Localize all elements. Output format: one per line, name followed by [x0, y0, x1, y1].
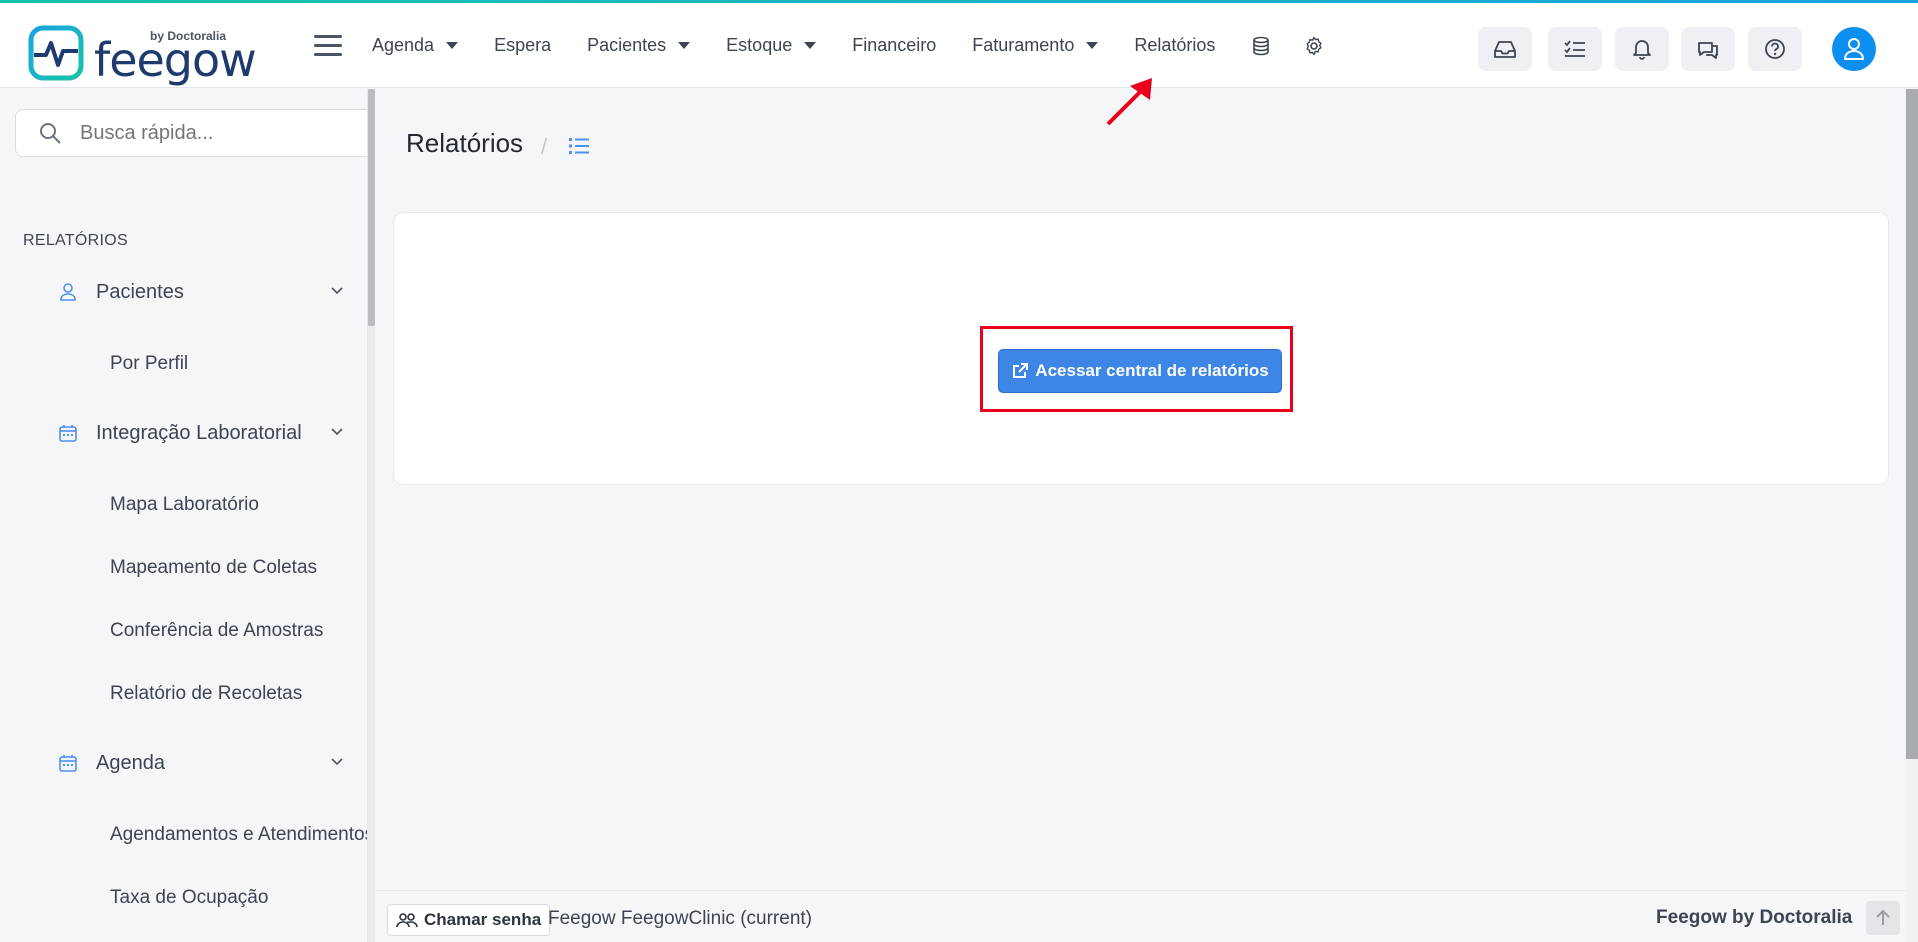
user-avatar-icon — [1844, 38, 1864, 60]
inbox-button[interactable] — [1478, 27, 1532, 71]
top-navbar: by Doctoralia feegow Agenda Espera Pacie… — [0, 3, 1918, 88]
footer-brand: Feegow by Doctoralia — [1656, 907, 1853, 928]
checklist-icon — [1564, 40, 1585, 57]
sidebar-group-label: Pacientes — [96, 281, 184, 303]
breadcrumb-separator: / — [541, 134, 548, 159]
chat-button[interactable] — [1681, 27, 1735, 71]
nav-agenda-label: Agenda — [372, 35, 435, 55]
open-reports-center-button[interactable]: Acessar central de relatórios — [998, 349, 1282, 393]
sidebar-scrollbar[interactable] — [368, 89, 375, 942]
help-button[interactable] — [1748, 27, 1802, 71]
hamburger-menu-icon[interactable] — [314, 35, 342, 59]
user-icon — [60, 283, 76, 301]
sidebar-item-taxa-ocupacao[interactable]: Taxa de Ocupação — [110, 887, 268, 909]
nav-relatorios[interactable]: Relatórios — [1134, 35, 1215, 56]
open-reports-center-label: Acessar central de relatórios — [1035, 361, 1269, 380]
gear-icon[interactable] — [1304, 36, 1324, 56]
chevron-down-icon — [331, 428, 343, 436]
nav-financeiro[interactable]: Financeiro — [852, 35, 936, 56]
nav-pacientes-label: Pacientes — [587, 35, 667, 55]
users-icon — [396, 913, 418, 928]
database-icon[interactable] — [1251, 36, 1271, 56]
nav-agenda[interactable]: Agenda — [372, 35, 459, 56]
calendar-icon — [59, 425, 77, 442]
call-ticket-button[interactable]: Chamar senha — [387, 904, 551, 936]
sidebar-item-agendamentos-atendimentos[interactable]: Agendamentos e Atendimentos — [110, 824, 367, 846]
user-avatar[interactable] — [1832, 27, 1876, 71]
bell-icon — [1633, 40, 1651, 60]
nav-espera-label: Espera — [494, 35, 552, 55]
scroll-top-button[interactable] — [1866, 901, 1900, 935]
nav-faturamento[interactable]: Faturamento — [972, 35, 1099, 56]
caret-down-icon — [804, 42, 817, 49]
arrow-up-icon — [1876, 910, 1890, 925]
sidebar-item-por-perfil[interactable]: Por Perfil — [110, 353, 188, 375]
sidebar-item-mapa-laboratorio[interactable]: Mapa Laboratório — [110, 494, 259, 516]
sidebar-group-label: Agenda — [96, 752, 165, 774]
calendar-icon — [59, 755, 77, 772]
sidebar-group-label: Integração Laboratorial — [96, 422, 302, 444]
main-scrollbar-thumb[interactable] — [1906, 89, 1918, 759]
search-icon — [40, 123, 61, 144]
notifications-button[interactable] — [1615, 27, 1669, 71]
chat-icon — [1698, 42, 1718, 59]
main-nav: Agenda Espera Pacientes Estoque Financei… — [372, 3, 1357, 88]
nav-espera[interactable]: Espera — [494, 35, 551, 56]
chevron-down-icon — [331, 758, 343, 766]
sidebar-item-conferencia-amostras[interactable]: Conferência de Amostras — [110, 620, 323, 642]
sidebar-group-pacientes[interactable]: Pacientes — [0, 272, 367, 312]
sidebar-section-title: RELATÓRIOS — [23, 232, 128, 249]
sidebar-group-integracao-laboratorial[interactable]: Integração Laboratorial — [0, 413, 367, 453]
logo-text: feegow — [94, 33, 257, 87]
list-icon[interactable] — [568, 136, 590, 156]
nav-faturamento-label: Faturamento — [972, 35, 1075, 55]
feegow-logo[interactable]: by Doctoralia feegow — [28, 21, 257, 87]
nav-estoque[interactable]: Estoque — [726, 35, 817, 56]
nav-pacientes[interactable]: Pacientes — [587, 35, 691, 56]
page-title: Relatórios — [406, 128, 524, 158]
sidebar: RELATÓRIOS Pacientes Por Perfil Integraç… — [0, 89, 368, 942]
footer-clinic-text: Feegow FeegowClinic (current) — [548, 908, 812, 929]
red-arrow-annotation-icon — [1106, 78, 1152, 126]
chevron-down-icon — [331, 287, 343, 295]
caret-down-icon — [446, 42, 459, 49]
call-ticket-label: Chamar senha — [424, 910, 542, 929]
caret-down-icon — [1086, 42, 1099, 49]
quick-search-input[interactable] — [80, 121, 340, 145]
inbox-icon — [1494, 41, 1516, 58]
help-icon — [1765, 39, 1785, 59]
tasks-button[interactable] — [1548, 27, 1602, 71]
external-link-icon — [1013, 363, 1029, 378]
sidebar-scrollbar-thumb[interactable] — [368, 89, 375, 326]
nav-financeiro-label: Financeiro — [852, 35, 937, 55]
quick-search-box[interactable] — [15, 109, 367, 157]
logo-mark-icon — [28, 25, 84, 81]
sidebar-item-relatorio-recoletas[interactable]: Relatório de Recoletas — [110, 683, 302, 705]
nav-estoque-label: Estoque — [726, 35, 793, 55]
caret-down-icon — [678, 42, 691, 49]
nav-relatorios-label: Relatórios — [1134, 35, 1216, 55]
main-scrollbar[interactable] — [1906, 89, 1918, 942]
sidebar-item-mapeamento-coletas[interactable]: Mapeamento de Coletas — [110, 557, 317, 579]
sidebar-group-agenda[interactable]: Agenda — [0, 743, 367, 783]
